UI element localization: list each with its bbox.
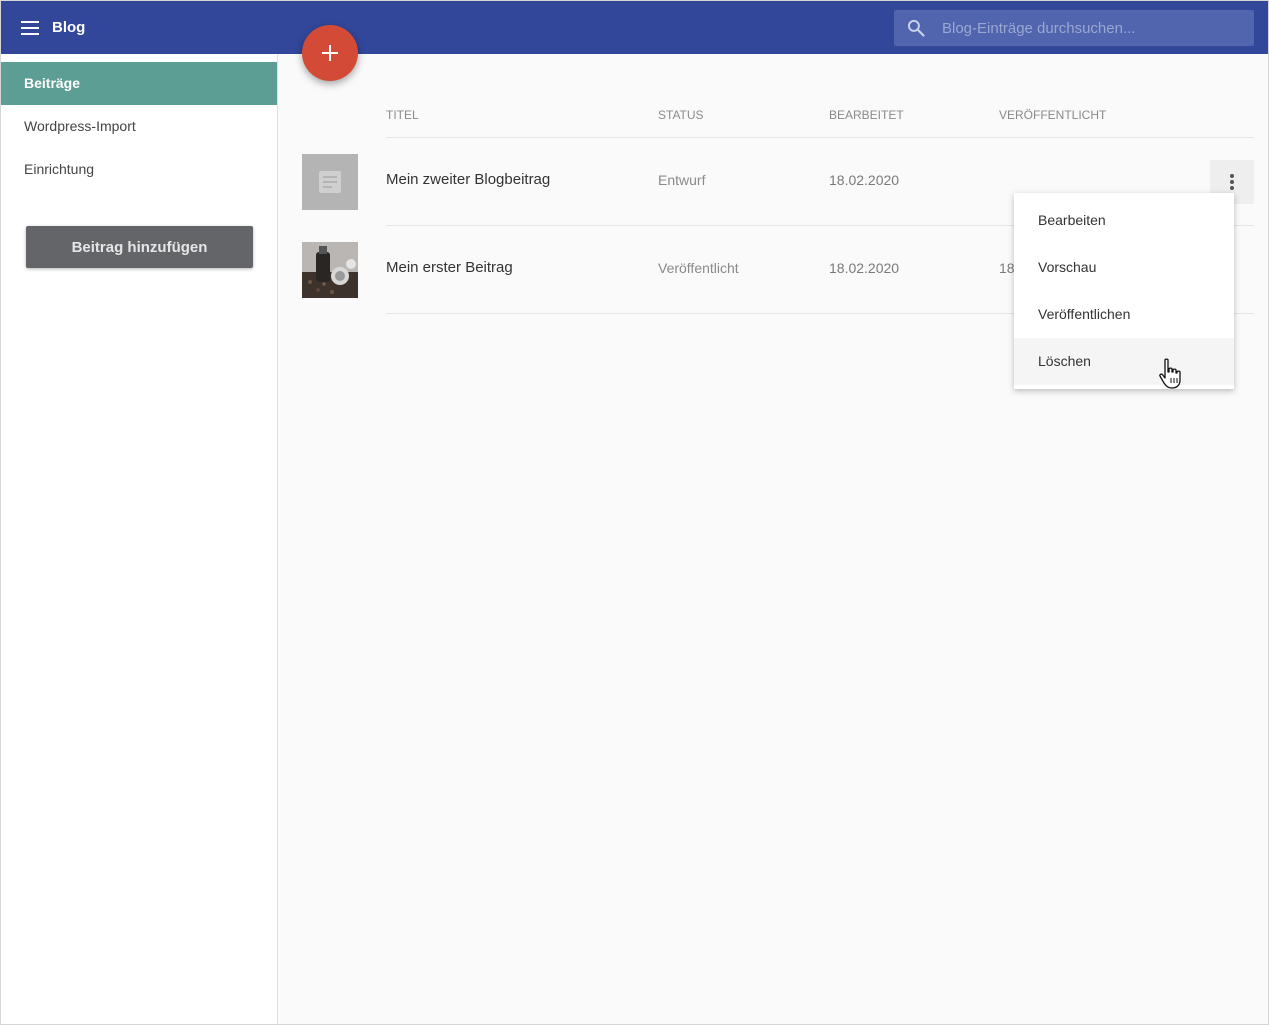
column-header-edited[interactable]: BEARBEITET <box>829 108 904 122</box>
menu-icon[interactable] <box>21 21 39 35</box>
menu-item-edit[interactable]: Bearbeiten <box>1014 197 1234 244</box>
sidebar-item-label: Einrichtung <box>24 161 95 177</box>
menu-item-delete[interactable]: Löschen <box>1014 338 1234 385</box>
post-title[interactable]: Mein erster Beitrag <box>386 259 513 276</box>
coffee-grinder-photo-icon <box>302 242 358 298</box>
menu-item-publish[interactable]: Veröffentlichen <box>1014 291 1234 338</box>
menu-item-preview[interactable]: Vorschau <box>1014 244 1234 291</box>
add-fab-button[interactable] <box>302 25 358 81</box>
sidebar-item-einrichtung[interactable]: Einrichtung <box>1 148 277 191</box>
search-icon <box>907 19 925 37</box>
post-published-date: 18 <box>999 260 1015 276</box>
post-status: Entwurf <box>658 172 706 188</box>
column-header-title[interactable]: TITEL <box>386 108 419 122</box>
column-header-status[interactable]: STATUS <box>658 108 704 122</box>
post-status: Veröffentlicht <box>658 260 739 276</box>
post-thumbnail[interactable] <box>302 242 358 298</box>
sidebar-item-wordpress-import[interactable]: Wordpress-Import <box>1 105 277 148</box>
hand-cursor-icon <box>1159 358 1181 389</box>
post-thumbnail[interactable] <box>302 154 358 210</box>
post-title[interactable]: Mein zweiter Blogbeitrag <box>386 171 550 188</box>
search-box[interactable] <box>894 10 1254 46</box>
top-app-bar: Blog <box>1 1 1268 54</box>
more-vert-icon <box>1230 174 1234 178</box>
sidebar-item-label: Beiträge <box>24 75 81 91</box>
document-icon <box>319 171 341 193</box>
post-edited-date: 18.02.2020 <box>829 260 900 276</box>
search-input[interactable] <box>942 10 1242 46</box>
post-context-menu: Bearbeiten Vorschau Veröffentlichen Lösc… <box>1014 193 1234 389</box>
sidebar: Beiträge Wordpress-Import Einrichtung Be… <box>1 54 278 1024</box>
sidebar-item-beitraege[interactable]: Beiträge <box>1 62 277 105</box>
app-title: Blog <box>52 19 86 36</box>
add-post-button[interactable]: Beitrag hinzufügen <box>26 226 253 268</box>
sidebar-item-label: Wordpress-Import <box>24 118 136 134</box>
post-edited-date: 18.02.2020 <box>829 172 900 188</box>
header-divider <box>386 137 1254 138</box>
app-window: Blog Beiträge Wordpress-Import Einrichtu… <box>0 0 1269 1025</box>
column-header-published[interactable]: VERÖFFENTLICHT <box>999 108 1106 122</box>
plus-icon <box>322 45 338 61</box>
